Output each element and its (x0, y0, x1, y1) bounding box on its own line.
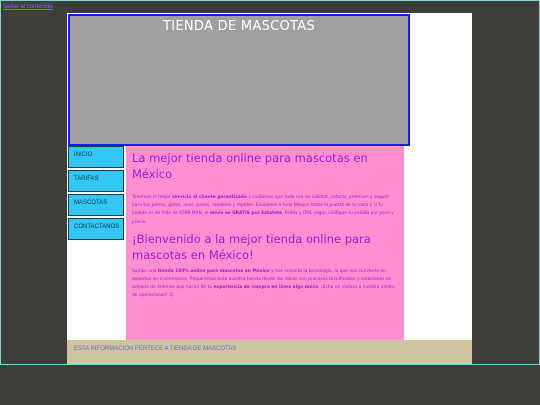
heading-main: La mejor tienda online para mascotas en … (132, 151, 368, 181)
header-banner: TIENDA DE MASCOTAS (68, 14, 410, 146)
footer-text: ESTA INFORMACION PERTECE A TIENDA DE MAS… (74, 346, 237, 352)
skip-link[interactable]: Saltar al contenido (3, 4, 53, 10)
heading-welcome: ¡Bienvenido a la mejor tienda online par… (132, 231, 371, 262)
nav-item-inicio[interactable]: INICIO (68, 146, 124, 168)
footer: ESTA INFORMACION PERTECE A TIENDA DE MAS… (67, 340, 472, 364)
main-nav: INICIO TARIFAS MASCOTAS CONTACTANOS (68, 146, 124, 242)
about-paragraph: Somos una tienda 100% online para mascot… (132, 268, 395, 299)
intro-paragraph: Tenemos el mejor servicio al cliente gar… (132, 195, 394, 225)
nav-item-mascotas[interactable]: MASCOTAS (68, 194, 124, 216)
page-container: TIENDA DE MASCOTAS INICIO TARIFAS MASCOT… (67, 13, 472, 364)
site-title: TIENDA DE MASCOTAS (162, 19, 316, 34)
nav-item-tarifas[interactable]: TARIFAS (68, 170, 124, 192)
main-content: La mejor tienda online para mascotas en … (126, 146, 404, 341)
nav-item-contactanos[interactable]: CONTACTANOS (68, 218, 124, 240)
